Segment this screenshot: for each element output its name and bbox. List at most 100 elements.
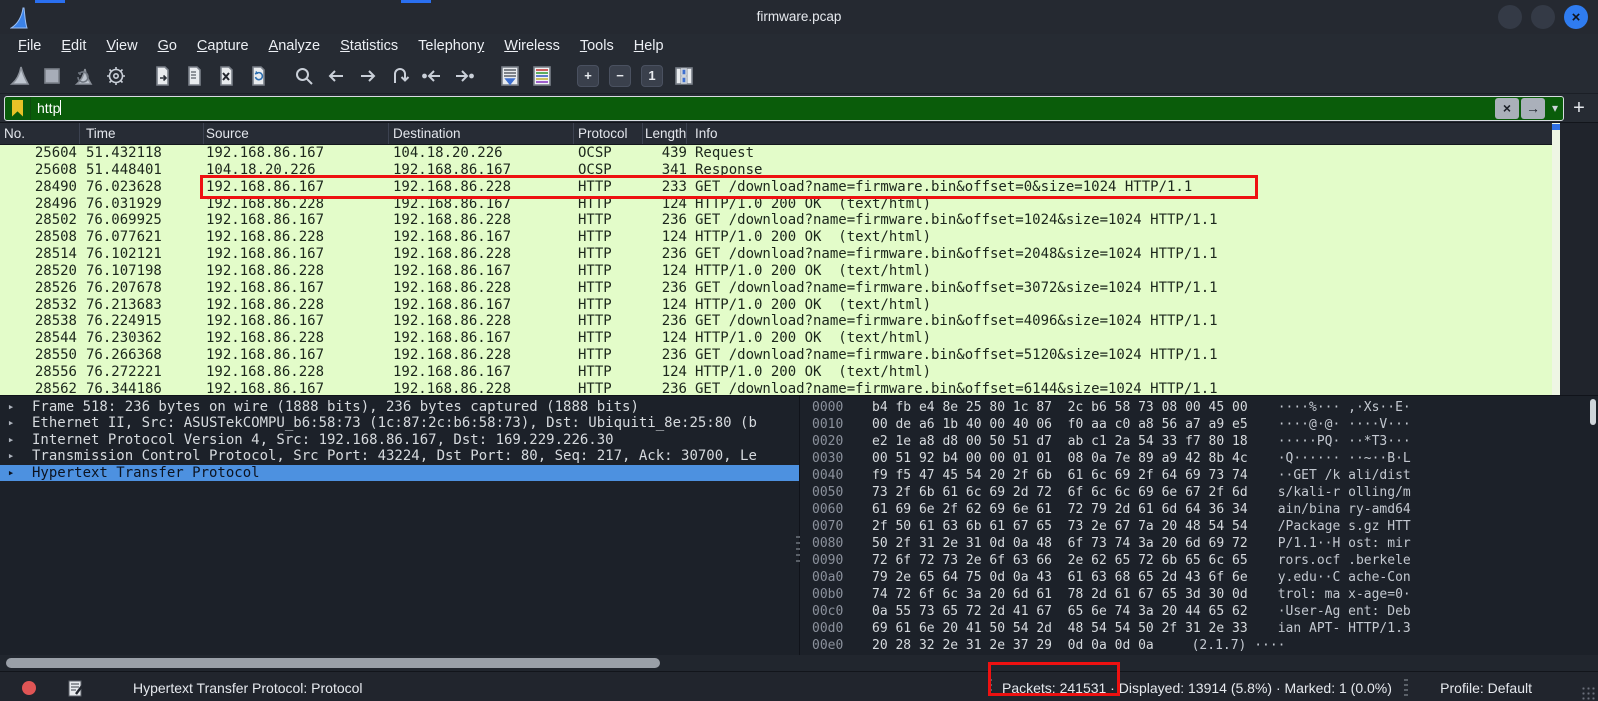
stop-capture-button[interactable] <box>36 61 68 91</box>
packet-row-28526[interactable]: 2852676.207678192.168.86.167192.168.86.2… <box>0 280 1552 297</box>
go-to-packet-button[interactable] <box>384 61 416 91</box>
maximize-button[interactable] <box>1531 5 1555 29</box>
column-header-source[interactable]: Source <box>204 123 389 144</box>
minimize-button[interactable] <box>1498 5 1522 29</box>
profile-selector[interactable]: Profile: Default <box>1440 680 1532 696</box>
detail-line[interactable]: ▸Hypertext Transfer Protocol <box>0 465 799 481</box>
window-resize-grip[interactable] <box>1581 686 1595 700</box>
filter-dropdown-button[interactable]: ▾ <box>1547 101 1563 115</box>
hex-row-00b0[interactable]: 00b074 72 6f 6c 3a 20 6d 61 78 2d 61 67 … <box>812 586 1598 603</box>
filter-bookmark-button[interactable] <box>5 97 31 120</box>
expander-triangle-right-icon[interactable]: ▸ <box>0 399 22 415</box>
detail-line[interactable]: ▸Ethernet II, Src: ASUSTekCOMPU_b6:58:73… <box>0 415 799 431</box>
packet-row-28556[interactable]: 2855676.272221192.168.86.228192.168.86.1… <box>0 364 1552 381</box>
column-header-length[interactable]: Length <box>643 123 687 144</box>
go-last-packet-button[interactable] <box>448 61 480 91</box>
capture-comment-icon[interactable] <box>68 680 84 697</box>
packet-list-vertical-scrollbar[interactable] <box>1552 123 1560 395</box>
detail-horizontal-scrollbar[interactable] <box>0 655 1598 671</box>
status-separator[interactable] <box>988 679 992 697</box>
go-first-packet-button[interactable] <box>416 61 448 91</box>
packet-row-28544[interactable]: 2854476.230362192.168.86.228192.168.86.1… <box>0 330 1552 347</box>
column-header-no[interactable]: No. <box>0 123 80 144</box>
menu-go[interactable]: Go <box>148 36 187 56</box>
auto-scroll-button[interactable] <box>494 61 526 91</box>
detail-line[interactable]: ▸Transmission Control Protocol, Src Port… <box>0 448 799 464</box>
zoom-in-button[interactable]: + <box>572 61 604 91</box>
menu-edit[interactable]: Edit <box>51 36 96 56</box>
hex-row-0070[interactable]: 00702f 50 61 63 6b 61 67 65 73 2e 67 7a … <box>812 518 1598 535</box>
save-file-button[interactable] <box>178 61 210 91</box>
go-forward-button[interactable] <box>352 61 384 91</box>
menu-capture[interactable]: Capture <box>187 36 259 56</box>
scrollbar-thumb[interactable] <box>1590 399 1596 425</box>
packet-row-25604[interactable]: 2560451.432118192.168.86.167104.18.20.22… <box>0 145 1552 162</box>
resize-columns-button[interactable] <box>668 61 700 91</box>
hex-row-0020[interactable]: 0020e2 1e a8 d8 00 50 51 d7 ab c1 2a 54 … <box>812 433 1598 450</box>
column-header-info[interactable]: Info <box>687 123 1598 144</box>
menu-telephony[interactable]: Telephony <box>408 36 494 56</box>
capture-options-button[interactable] <box>100 61 132 91</box>
packet-row-28562[interactable]: 2856276.344186192.168.86.167192.168.86.2… <box>0 381 1552 395</box>
titlebar[interactable]: firmware.pcap × <box>0 0 1598 34</box>
pane-splitter-handle[interactable] <box>796 536 800 566</box>
menu-view[interactable]: View <box>96 36 147 56</box>
expander-triangle-right-icon[interactable]: ▸ <box>0 465 22 481</box>
hex-row-0050[interactable]: 005073 2f 6b 61 6c 69 2d 72 6f 6c 6c 69 … <box>812 484 1598 501</box>
hex-row-00a0[interactable]: 00a079 2e 65 64 75 0d 0a 43 61 63 68 65 … <box>812 569 1598 586</box>
filter-apply-button[interactable]: → <box>1521 98 1545 119</box>
packet-row-28502[interactable]: 2850276.069925192.168.86.167192.168.86.2… <box>0 212 1552 229</box>
hex-row-0000[interactable]: 0000b4 fb e4 8e 25 80 1c 87 2c b6 58 73 … <box>812 399 1598 416</box>
column-header-time[interactable]: Time <box>80 123 204 144</box>
colorize-button[interactable] <box>526 61 558 91</box>
filter-clear-button[interactable]: × <box>1495 98 1519 119</box>
hex-row-0090[interactable]: 009072 6f 72 73 2e 6f 63 66 2e 62 65 72 … <box>812 552 1598 569</box>
column-header-protocol[interactable]: Protocol <box>574 123 643 144</box>
bytes-vertical-scrollbar[interactable] <box>1590 398 1596 652</box>
detail-line[interactable]: ▸Frame 518: 236 bytes on wire (1888 bits… <box>0 399 799 415</box>
hex-row-0010[interactable]: 001000 de a6 1b 40 00 40 06 f0 aa c0 a8 … <box>812 416 1598 433</box>
hex-row-0080[interactable]: 008050 2f 31 2e 31 0d 0a 48 6f 73 74 3a … <box>812 535 1598 552</box>
go-back-button[interactable] <box>320 61 352 91</box>
zoom-out-button[interactable]: − <box>604 61 636 91</box>
packet-row-28550[interactable]: 2855076.266368192.168.86.167192.168.86.2… <box>0 347 1552 364</box>
hex-row-00d0[interactable]: 00d069 61 6e 20 41 50 54 2d 48 54 54 50 … <box>812 620 1598 637</box>
packet-row-28520[interactable]: 2852076.107198192.168.86.228192.168.86.1… <box>0 263 1552 280</box>
column-header-destination[interactable]: Destination <box>389 123 574 144</box>
open-file-button[interactable] <box>146 61 178 91</box>
expander-triangle-right-icon[interactable]: ▸ <box>0 432 22 448</box>
hex-row-00e0[interactable]: 00e020 28 32 2e 31 2e 37 29 0d 0a 0d 0a … <box>812 637 1598 654</box>
packet-row-28496[interactable]: 2849676.031929192.168.86.228192.168.86.1… <box>0 196 1552 213</box>
packet-row-28538[interactable]: 2853876.224915192.168.86.167192.168.86.2… <box>0 313 1552 330</box>
expander-triangle-right-icon[interactable]: ▸ <box>0 415 22 431</box>
expert-info-red-dot-icon[interactable] <box>22 681 36 695</box>
packet-row-28490[interactable]: 2849076.023628192.168.86.167192.168.86.2… <box>0 179 1552 196</box>
menu-analyze[interactable]: Analyze <box>259 36 331 56</box>
hex-row-0040[interactable]: 0040f9 f5 47 45 54 20 2f 6b 61 6c 69 2f … <box>812 467 1598 484</box>
close-button[interactable]: × <box>1564 5 1588 29</box>
menu-statistics[interactable]: Statistics <box>330 36 408 56</box>
close-file-button[interactable] <box>210 61 242 91</box>
display-filter-input[interactable]: http × → ▾ <box>4 96 1564 121</box>
packet-row-28514[interactable]: 2851476.102121192.168.86.167192.168.86.2… <box>0 246 1552 263</box>
reload-file-button[interactable] <box>242 61 274 91</box>
packet-row-25608[interactable]: 2560851.448401104.18.20.226192.168.86.16… <box>0 162 1552 179</box>
menu-wireless[interactable]: Wireless <box>494 36 570 56</box>
scrollbar-thumb[interactable] <box>1552 124 1560 130</box>
packet-row-28532[interactable]: 2853276.213683192.168.86.228192.168.86.1… <box>0 297 1552 314</box>
restart-capture-button[interactable] <box>68 61 100 91</box>
filter-add-button[interactable]: + <box>1564 97 1594 120</box>
status-separator[interactable] <box>1404 679 1408 697</box>
packet-row-28508[interactable]: 2850876.077621192.168.86.228192.168.86.1… <box>0 229 1552 246</box>
menu-help[interactable]: Help <box>624 36 674 56</box>
scrollbar-thumb[interactable] <box>6 658 660 668</box>
detail-line[interactable]: ▸Internet Protocol Version 4, Src: 192.1… <box>0 432 799 448</box>
hex-row-0060[interactable]: 006061 69 6e 2f 62 69 6e 61 72 79 2d 61 … <box>812 501 1598 518</box>
find-packet-button[interactable] <box>288 61 320 91</box>
menu-tools[interactable]: Tools <box>570 36 624 56</box>
expander-triangle-right-icon[interactable]: ▸ <box>0 448 22 464</box>
hex-row-00c0[interactable]: 00c00a 55 73 65 72 2d 41 67 65 6e 74 3a … <box>812 603 1598 620</box>
start-capture-button[interactable] <box>4 61 36 91</box>
menu-file[interactable]: File <box>8 36 51 56</box>
zoom-100-button[interactable]: 1 <box>636 61 668 91</box>
